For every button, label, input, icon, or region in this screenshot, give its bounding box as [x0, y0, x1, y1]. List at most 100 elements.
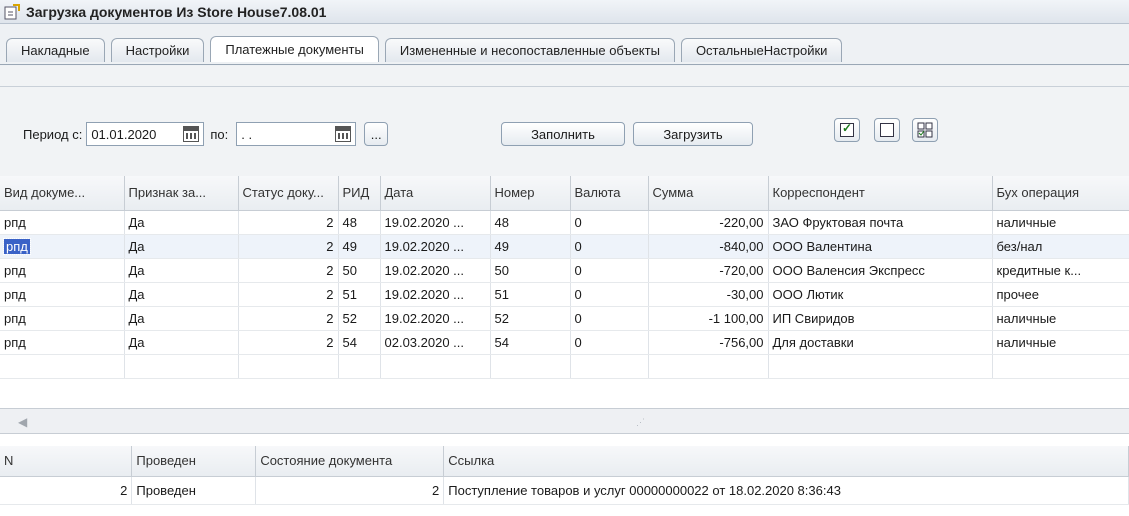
table-cell: без/нал [992, 234, 1129, 259]
table-cell [570, 354, 649, 379]
table-cell [338, 354, 381, 379]
tab-bar: Накладные Настройки Платежные документы … [0, 24, 1129, 66]
table-row[interactable]: рпд Да 2 51 19.02.2020 ... 51 0 -30,00 ООО Лютик… [0, 282, 1129, 307]
table-cell [238, 354, 339, 379]
table-cell [490, 354, 571, 379]
tab-changed-objects[interactable]: Измененные и несопоставленные объекты [384, 38, 675, 62]
column-header[interactable]: Дата [380, 176, 491, 211]
empty-row [0, 354, 1129, 379]
column-header[interactable]: Сумма [648, 176, 769, 211]
table-header: Вид докуме... Признак за... Статус доку...… [0, 176, 1129, 211]
table-cell: Для доставки [768, 330, 993, 355]
column-header[interactable]: Вид докуме... [0, 176, 125, 211]
period-to-label: по: [210, 126, 229, 142]
table-cell: 2 [238, 306, 339, 331]
title-bar: Загрузка документов Из Store House7.08.0… [0, 0, 1129, 24]
payment-documents-table[interactable]: Вид докуме... Признак за... Статус доку...… [0, 176, 1129, 408]
table-cell: -840,00 [648, 234, 769, 259]
table-cell: ООО Лютик [768, 282, 993, 307]
table-cell: ИП Свиридов [768, 306, 993, 331]
column-header[interactable]: Бух операция [992, 176, 1129, 211]
table-cell: 2 [0, 476, 133, 505]
column-header[interactable]: Статус доку... [238, 176, 339, 211]
table-cell: рпд [0, 330, 125, 355]
column-header[interactable]: Номер [490, 176, 571, 211]
table-row[interactable]: 2 Проведен 2 Поступление товаров и услуг 00… [0, 476, 1129, 505]
table-cell: 50 [338, 258, 381, 283]
tab-payment-documents[interactable]: Платежные документы [210, 36, 379, 62]
table-cell: 0 [570, 234, 649, 259]
table-cell [380, 354, 491, 379]
app-icon [4, 3, 20, 20]
table-row[interactable]: рпд Да 2 52 19.02.2020 ... 52 0 -1 100,00 ИП Сви… [0, 306, 1129, 331]
scroll-left-icon[interactable]: ◀ [18, 415, 27, 429]
toggle-marks-icon[interactable] [912, 118, 938, 142]
table-cell: 2 [238, 210, 339, 235]
table-row[interactable]: рпд Да 2 54 02.03.2020 ... 54 0 -756,00 Для дост… [0, 330, 1129, 355]
tab-settings[interactable]: Настройки [110, 38, 205, 62]
period-to-input[interactable]: . . [236, 122, 357, 146]
document-status-table[interactable]: N Проведен Состояние документа Ссылка 2 Пров… [0, 446, 1129, 516]
check-all-icon[interactable] [834, 118, 860, 142]
table-cell: рпд [0, 234, 125, 259]
table-cell: наличные [992, 210, 1129, 235]
table-cell: 2 [238, 258, 339, 283]
table-cell: 19.02.2020 ... [380, 306, 491, 331]
table-cell [648, 354, 769, 379]
table-cell: 2 [238, 282, 339, 307]
column-header[interactable]: Состояние документа [255, 446, 445, 477]
table-cell: -30,00 [648, 282, 769, 307]
table-cell: 49 [338, 234, 381, 259]
table-cell: 0 [570, 258, 649, 283]
table-cell: 19.02.2020 ... [380, 282, 491, 307]
table-cell: ЗАО Фруктовая почта [768, 210, 993, 235]
tab-invoices[interactable]: Накладные [6, 38, 105, 62]
load-button[interactable]: Загрузить [633, 122, 753, 146]
table-cell [768, 354, 993, 379]
table-row[interactable]: рпд Да 2 49 19.02.2020 ... 49 0 -840,00 ООО Вале… [0, 234, 1129, 259]
table-body: рпд Да 2 48 19.02.2020 ... 48 0 -220,00 ЗАО Фрук… [0, 210, 1129, 379]
table-cell: 51 [490, 282, 571, 307]
panel-divider [0, 86, 1129, 87]
calendar-icon[interactable] [335, 126, 352, 142]
copy-icon[interactable] [874, 118, 900, 142]
table-row[interactable]: рпд Да 2 48 19.02.2020 ... 48 0 -220,00 ЗАО Фрук… [0, 210, 1129, 235]
table-cell: 54 [490, 330, 571, 355]
table-cell: Да [124, 210, 239, 235]
table-cell [0, 354, 125, 379]
table-cell: 48 [490, 210, 571, 235]
table-cell: Да [124, 258, 239, 283]
table-cell: 0 [570, 282, 649, 307]
table-row[interactable]: рпд Да 2 50 19.02.2020 ... 50 0 -720,00 ООО Вале… [0, 258, 1129, 283]
table-cell [124, 354, 239, 379]
table-cell: рпд [0, 258, 125, 283]
column-header[interactable]: Проведен [131, 446, 257, 477]
table-cell: Да [124, 234, 239, 259]
table-cell: 50 [490, 258, 571, 283]
column-header[interactable]: РИД [338, 176, 381, 211]
details-body: 2 Проведен 2 Поступление товаров и услуг 00… [0, 476, 1129, 505]
tab-divider [0, 64, 1129, 65]
period-select-button[interactable]: ... [364, 122, 389, 146]
column-header[interactable]: Признак за... [124, 176, 239, 211]
column-header[interactable]: Корреспондент [768, 176, 993, 211]
table-cell: 0 [570, 210, 649, 235]
scroll-grip-icon[interactable]: ⋰ [636, 417, 645, 427]
table-cell: 2 [238, 330, 339, 355]
details-header: N Проведен Состояние документа Ссылка [0, 446, 1129, 477]
table-cell: 02.03.2020 ... [380, 330, 491, 355]
fill-button[interactable]: Заполнить [501, 122, 625, 146]
table-cell: Да [124, 306, 239, 331]
calendar-icon[interactable] [183, 126, 200, 142]
column-header[interactable]: Ссылка [443, 446, 1129, 477]
table-cell: 2 [238, 234, 339, 259]
horizontal-scrollbar[interactable]: ◀ ⋰ [0, 408, 1129, 434]
column-header[interactable]: Валюта [570, 176, 649, 211]
period-from-input[interactable]: 01.01.2020 [86, 122, 205, 146]
table-cell: наличные [992, 306, 1129, 331]
table-cell: -720,00 [648, 258, 769, 283]
table-cell: 19.02.2020 ... [380, 234, 491, 259]
column-header[interactable]: N [0, 446, 133, 477]
table-cell: ООО Валентина [768, 234, 993, 259]
tab-other-settings[interactable]: ОстальныеНастройки [680, 38, 843, 62]
